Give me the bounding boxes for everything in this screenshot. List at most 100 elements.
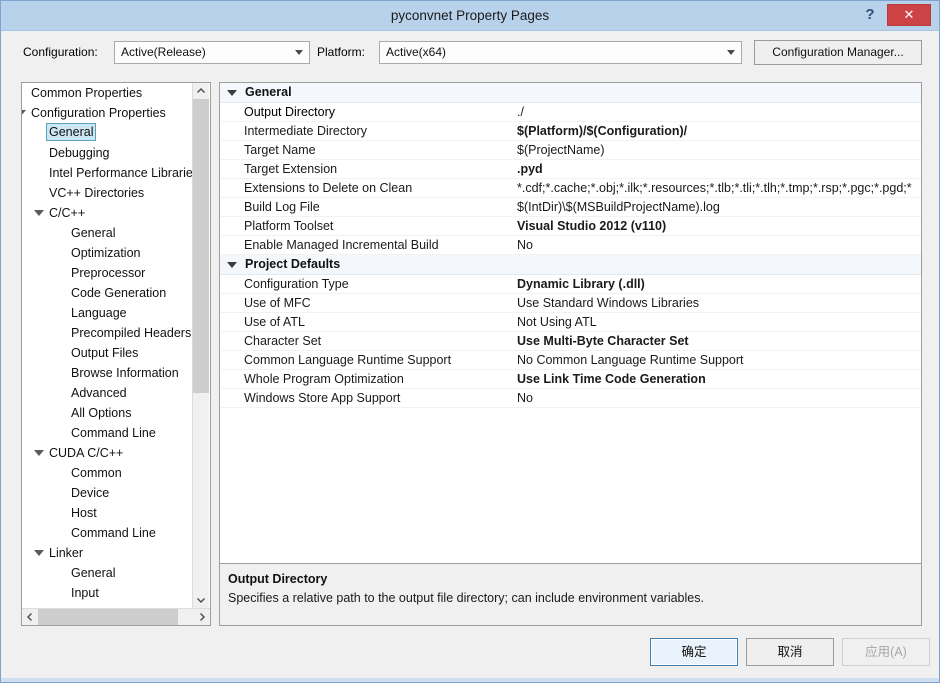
- property-value[interactable]: Use Link Time Code Generation: [517, 370, 919, 389]
- property-value[interactable]: No: [517, 389, 919, 408]
- tree-item-label: General: [46, 123, 97, 141]
- tree-item-general[interactable]: General: [22, 563, 193, 583]
- property-category-row[interactable]: Project Defaults: [220, 255, 921, 275]
- tree-item-language[interactable]: Language: [22, 303, 193, 323]
- property-row[interactable]: Enable Managed Incremental Build No: [220, 236, 921, 255]
- tree-item-label: Intel Performance Libraries: [49, 166, 193, 180]
- tree-item-label: General: [71, 566, 116, 580]
- tree-item-debugging[interactable]: Debugging: [22, 143, 193, 163]
- help-icon[interactable]: ?: [859, 4, 881, 26]
- property-value[interactable]: $(ProjectName): [517, 141, 919, 160]
- tree-item-label: Linker: [49, 546, 84, 560]
- property-row[interactable]: Use of ATL Not Using ATL: [220, 313, 921, 332]
- property-value[interactable]: Use Multi-Byte Character Set: [517, 332, 919, 351]
- property-value[interactable]: No: [517, 236, 919, 255]
- property-row[interactable]: Whole Program Optimization Use Link Time …: [220, 370, 921, 389]
- property-value[interactable]: Not Using ATL: [517, 313, 919, 332]
- tree-item-input[interactable]: Input: [22, 583, 193, 603]
- tree-item-output-files[interactable]: Output Files: [22, 343, 193, 363]
- property-name: Platform Toolset: [244, 219, 334, 233]
- expander-collapse-icon[interactable]: [34, 548, 44, 558]
- tree-item-label: Advanced: [71, 386, 127, 400]
- scroll-up-icon[interactable]: [193, 83, 209, 99]
- tree-item-browse-information[interactable]: Browse Information: [22, 363, 193, 383]
- property-tree[interactable]: Common Properties Configuration Propertie…: [22, 83, 193, 608]
- tree-item-optimization[interactable]: Optimization: [22, 243, 193, 263]
- tree-item-intel-performance-libraries[interactable]: Intel Performance Libraries: [22, 163, 193, 183]
- tree-item-device[interactable]: Device: [22, 483, 193, 503]
- property-row[interactable]: Configuration Type Dynamic Library (.dll): [220, 275, 921, 294]
- description-title: Output Directory: [228, 572, 328, 586]
- expander-expand-icon[interactable]: [22, 88, 26, 98]
- expander-collapse-icon[interactable]: [34, 208, 44, 218]
- property-row[interactable]: Platform Toolset Visual Studio 2012 (v110…: [220, 217, 921, 236]
- property-row[interactable]: Windows Store App Support No: [220, 389, 921, 408]
- tree-item-command-line[interactable]: Command Line: [22, 423, 193, 443]
- tree-item-linker[interactable]: Linker: [22, 543, 193, 563]
- tree-item-preprocessor[interactable]: Preprocessor: [22, 263, 193, 283]
- property-name: Windows Store App Support: [244, 391, 401, 405]
- tree-item-c-c[interactable]: C/C++: [22, 203, 193, 223]
- ok-button[interactable]: 确定: [650, 638, 738, 666]
- tree-item-general[interactable]: General: [22, 123, 193, 143]
- tree-item-label: Browse Information: [71, 366, 179, 380]
- tree-item-code-generation[interactable]: Code Generation: [22, 283, 193, 303]
- tree-horizontal-scrollbar[interactable]: [22, 608, 210, 625]
- tree-item-precompiled-headers[interactable]: Precompiled Headers: [22, 323, 193, 343]
- tree-item-common-properties[interactable]: Common Properties: [22, 83, 193, 103]
- tree-item-general[interactable]: General: [22, 223, 193, 243]
- property-pages-dialog: pyconvnet Property Pages ? ✕ Configurati…: [0, 0, 940, 683]
- property-row[interactable]: Build Log File $(IntDir)\$(MSBuildProject…: [220, 198, 921, 217]
- tree-item-label: Preprocessor: [71, 266, 146, 280]
- tree-item-common[interactable]: Common: [22, 463, 193, 483]
- property-row[interactable]: Output Directory ./: [220, 103, 921, 122]
- property-row[interactable]: Common Language Runtime Support No Common…: [220, 351, 921, 370]
- tree-item-cuda-c-c[interactable]: CUDA C/C++: [22, 443, 193, 463]
- tree-item-label: Common: [71, 466, 122, 480]
- expander-collapse-icon[interactable]: [34, 448, 44, 458]
- property-value[interactable]: Dynamic Library (.dll): [517, 275, 919, 294]
- property-value[interactable]: .pyd: [517, 160, 919, 179]
- tree-item-configuration-properties[interactable]: Configuration Properties: [22, 103, 193, 123]
- tree-item-command-line[interactable]: Command Line: [22, 523, 193, 543]
- property-value[interactable]: Use Standard Windows Libraries: [517, 294, 919, 313]
- property-value[interactable]: $(Platform)/$(Configuration)/: [517, 122, 919, 141]
- tree-item-advanced[interactable]: Advanced: [22, 383, 193, 403]
- scroll-right-icon[interactable]: [194, 609, 210, 625]
- property-row[interactable]: Target Name $(ProjectName): [220, 141, 921, 160]
- tree-item-label: Output Files: [71, 346, 139, 360]
- property-row[interactable]: Intermediate Directory $(Platform)/$(Conf…: [220, 122, 921, 141]
- expander-collapse-icon[interactable]: [22, 108, 26, 118]
- tree-item-vc-directories[interactable]: VC++ Directories: [22, 183, 193, 203]
- property-row[interactable]: Use of MFC Use Standard Windows Libraries: [220, 294, 921, 313]
- platform-dropdown[interactable]: Active(x64): [379, 41, 742, 64]
- property-value[interactable]: *.cdf;*.cache;*.obj;*.ilk;*.resources;*.…: [517, 179, 919, 198]
- tree-item-label: VC++ Directories: [49, 186, 145, 200]
- close-icon[interactable]: ✕: [887, 4, 931, 26]
- tree-vertical-scroll-thumb[interactable]: [193, 99, 209, 393]
- property-grid[interactable]: General Output Directory ./Intermediate Di…: [219, 82, 922, 564]
- tree-item-all-options[interactable]: All Options: [22, 403, 193, 423]
- property-value[interactable]: No Common Language Runtime Support: [517, 351, 919, 370]
- property-value[interactable]: ./: [517, 103, 919, 122]
- property-category-label: Project Defaults: [245, 257, 341, 271]
- configuration-dropdown[interactable]: Active(Release): [114, 41, 310, 64]
- scroll-down-icon[interactable]: [193, 592, 209, 608]
- expander-collapse-icon[interactable]: [227, 262, 237, 268]
- property-value[interactable]: $(IntDir)\$(MSBuildProjectName).log: [517, 198, 919, 217]
- property-row[interactable]: Extensions to Delete on Clean *.cdf;*.cac…: [220, 179, 921, 198]
- property-tree-panel: Common Properties Configuration Propertie…: [21, 82, 211, 626]
- expander-collapse-icon[interactable]: [227, 90, 237, 96]
- tree-vertical-scrollbar[interactable]: [192, 83, 209, 608]
- tree-item-label: Language: [71, 306, 127, 320]
- property-row[interactable]: Character Set Use Multi-Byte Character Se…: [220, 332, 921, 351]
- tree-item-host[interactable]: Host: [22, 503, 193, 523]
- cancel-button[interactable]: 取消: [746, 638, 834, 666]
- configuration-manager-button[interactable]: Configuration Manager...: [754, 40, 922, 65]
- property-value[interactable]: Visual Studio 2012 (v110): [517, 217, 919, 236]
- scroll-left-icon[interactable]: [22, 609, 38, 625]
- property-row[interactable]: Target Extension .pyd: [220, 160, 921, 179]
- tree-horizontal-scroll-thumb[interactable]: [38, 609, 178, 625]
- chevron-down-icon: [295, 50, 303, 55]
- property-category-row[interactable]: General: [220, 83, 921, 103]
